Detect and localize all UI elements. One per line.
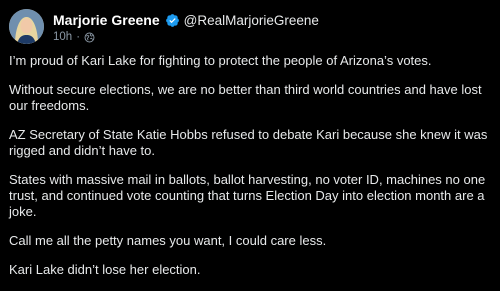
post-header: Marjorie Greene @RealMarjorieGreene bbox=[53, 11, 319, 29]
post-paragraph: States with massive mail in ballots, bal… bbox=[9, 172, 486, 219]
post-meta: 10h · bbox=[53, 30, 95, 44]
meta-separator: · bbox=[76, 31, 81, 43]
globe-icon bbox=[84, 32, 95, 43]
author-handle[interactable]: @RealMarjorieGreene bbox=[184, 13, 319, 28]
post-time[interactable]: 10h bbox=[53, 31, 72, 43]
verified-badge-icon bbox=[165, 13, 180, 28]
author-name[interactable]: Marjorie Greene bbox=[53, 12, 160, 28]
post-paragraph: AZ Secretary of State Katie Hobbs refuse… bbox=[9, 127, 488, 158]
avatar[interactable] bbox=[9, 9, 44, 44]
post-paragraph: Without secure elections, we are no bett… bbox=[9, 82, 482, 113]
avatar-image bbox=[9, 9, 44, 44]
post-body: I’m proud of Kari Lake for fighting to p… bbox=[9, 53, 497, 291]
post-paragraph: Call me all the petty names you want, I … bbox=[9, 233, 327, 248]
post: Marjorie Greene @RealMarjorieGreene 10h … bbox=[0, 0, 500, 277]
post-paragraph: I’m proud of Kari Lake for fighting to p… bbox=[9, 53, 432, 68]
